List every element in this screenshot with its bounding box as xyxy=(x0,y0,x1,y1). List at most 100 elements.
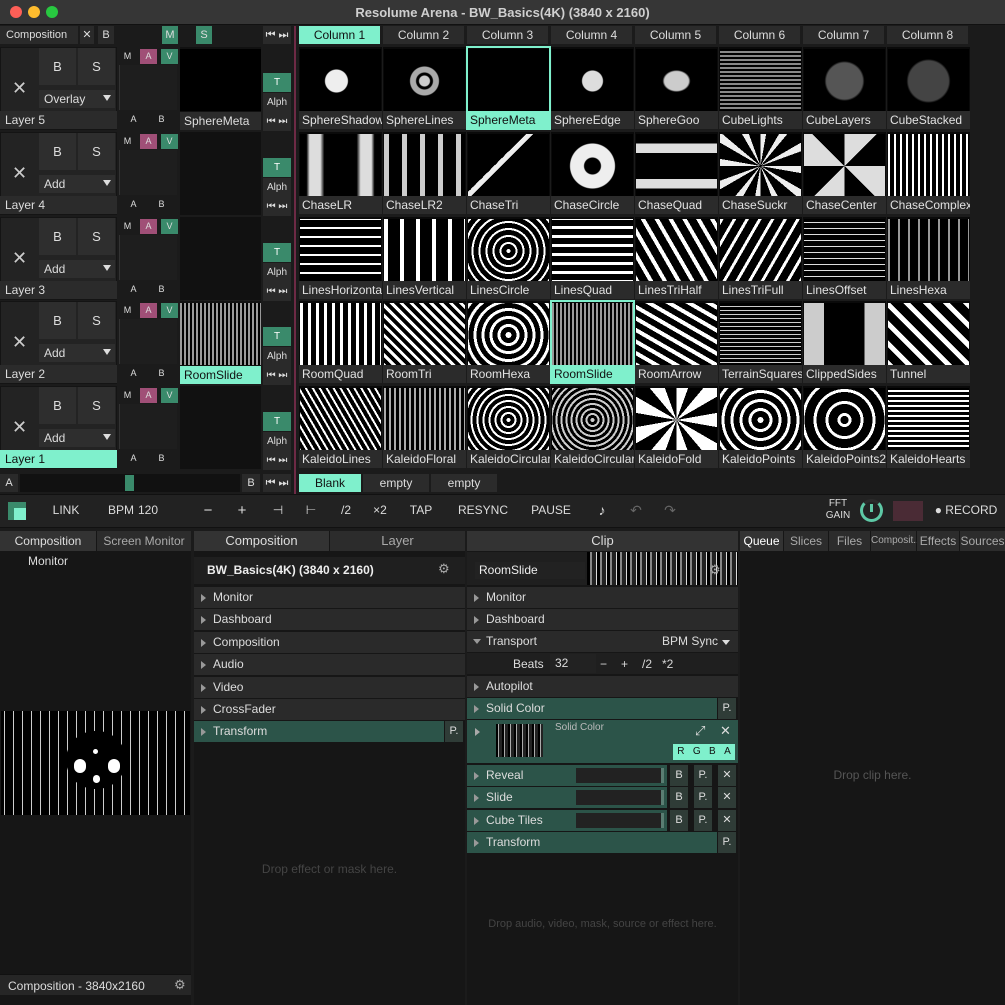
column-skip-buttons[interactable]: ⏮ ⏭ xyxy=(263,26,291,44)
bpm-half-button[interactable]: /2 xyxy=(334,494,358,527)
clip-thumbnail[interactable] xyxy=(720,134,801,198)
nudge-left-button[interactable]: ⊣ xyxy=(266,494,290,527)
resync-button[interactable]: RESYNC xyxy=(452,494,514,527)
redo-icon[interactable]: ↷ xyxy=(658,494,682,527)
clip-thumbnail[interactable] xyxy=(384,303,465,367)
clip-thumbnail[interactable] xyxy=(720,303,801,367)
composition-solo-button[interactable]: S xyxy=(196,26,212,44)
layer-audio-button[interactable]: A xyxy=(140,219,157,234)
layer-name[interactable]: Layer 4 xyxy=(0,196,117,214)
effect-bypass-button[interactable]: B xyxy=(670,809,688,831)
layer-opacity-area[interactable] xyxy=(119,319,177,364)
layer-crossfader-b[interactable]: B xyxy=(153,451,170,466)
beats-plus-button[interactable]: + xyxy=(621,657,628,671)
layer-mute-button[interactable]: M xyxy=(119,388,136,403)
record-button[interactable]: ● RECORD xyxy=(932,494,1000,527)
layer-alpha-button[interactable]: Alph xyxy=(263,263,291,282)
clip-thumbnail[interactable] xyxy=(300,219,381,283)
layer-video-button[interactable]: V xyxy=(161,219,178,234)
column-header-1[interactable]: Column 1 xyxy=(299,26,380,44)
layer-audio-button[interactable]: A xyxy=(140,388,157,403)
undo-icon[interactable]: ↶ xyxy=(624,494,648,527)
crossfader-track[interactable] xyxy=(20,474,240,492)
clip-slot[interactable]: LinesHorizontal xyxy=(299,217,382,299)
layer-solo-button[interactable]: S xyxy=(78,218,115,255)
layer-audio-button[interactable]: A xyxy=(140,303,157,318)
metronome-icon[interactable]: ♪ xyxy=(590,494,614,527)
tab-composition-monitor[interactable]: Composition Monitor xyxy=(0,531,96,568)
queue-drop-zone[interactable]: Drop clip here. xyxy=(740,768,1005,782)
clip-thumbnail[interactable] xyxy=(636,219,717,283)
column-header-5[interactable]: Column 5 xyxy=(635,26,716,44)
channel-a[interactable]: A xyxy=(724,744,731,760)
column-header-7[interactable]: Column 7 xyxy=(803,26,884,44)
layer-skip-buttons[interactable]: ⏮ ⏭ xyxy=(263,451,291,470)
clip-thumbnail[interactable] xyxy=(888,303,969,367)
clip-slot[interactable]: ChaseSuckr xyxy=(719,132,802,214)
clip-thumbnail[interactable] xyxy=(384,49,465,113)
gear-icon[interactable]: ⚙ xyxy=(709,562,721,578)
clip-thumbnail[interactable] xyxy=(636,303,717,367)
layer-crossfader-a[interactable]: A xyxy=(125,112,142,127)
layer-crossfader-a[interactable]: A xyxy=(125,282,142,297)
clip-thumbnail[interactable] xyxy=(384,388,465,452)
beats-value[interactable]: 32 xyxy=(550,654,596,673)
clip-section-transform[interactable]: Transform xyxy=(467,832,717,853)
layer-transition-button[interactable]: T xyxy=(263,158,291,177)
clip-slot[interactable]: SphereMeta xyxy=(466,46,551,130)
clip-thumbnail[interactable] xyxy=(468,134,549,198)
bpm-minus-button[interactable]: − xyxy=(196,494,220,527)
layer-crossfader-a[interactable]: A xyxy=(125,197,142,212)
layer-transition-button[interactable]: T xyxy=(263,327,291,346)
composition-section-composition[interactable]: Composition xyxy=(194,631,465,653)
clip-thumbnail[interactable] xyxy=(888,388,969,452)
layer-bypass-button[interactable]: B xyxy=(39,133,76,170)
channel-g[interactable]: G xyxy=(693,744,701,760)
layer-mute-button[interactable]: M xyxy=(119,134,136,149)
layer-opacity-area[interactable] xyxy=(119,404,177,449)
clip-slot[interactable]: SphereLines xyxy=(383,47,466,129)
layer-audio-button[interactable]: A xyxy=(140,134,157,149)
effect-bypass-button[interactable]: B xyxy=(670,787,688,809)
clip-slot[interactable]: ChaseLR xyxy=(299,132,382,214)
layer-video-button[interactable]: V xyxy=(161,303,178,318)
layer-video-button[interactable]: V xyxy=(161,388,178,403)
composition-section-crossfader[interactable]: CrossFader xyxy=(194,699,465,720)
clip-slot[interactable]: KaleidoFold xyxy=(635,386,718,468)
layer-crossfader-a[interactable]: A xyxy=(125,366,142,381)
layer-alpha-button[interactable]: Alph xyxy=(263,347,291,366)
clip-slot[interactable]: KaleidoPoints2 xyxy=(803,386,886,468)
tab-sources[interactable]: Sources xyxy=(960,531,1005,551)
clip-slot[interactable]: LinesTriHalf xyxy=(635,217,718,299)
clip-thumbnail[interactable] xyxy=(552,134,633,198)
layer-video-button[interactable]: V xyxy=(161,134,178,149)
composition-section-monitor[interactable]: Monitor xyxy=(194,587,465,608)
tap-button[interactable]: TAP xyxy=(404,494,438,527)
clip-section-solid-color[interactable]: Solid Color xyxy=(467,698,717,719)
effect-remove-button[interactable]: ✕ xyxy=(718,809,736,831)
layer-audio-button[interactable]: A xyxy=(140,49,157,64)
composition-section-transform[interactable]: Transform xyxy=(194,721,444,743)
clip-slot[interactable]: KaleidoCircular xyxy=(467,386,550,468)
tab-queue[interactable]: Queue xyxy=(740,531,783,551)
clip-thumbnail[interactable] xyxy=(804,134,885,198)
clip-thumbnail[interactable] xyxy=(468,303,549,367)
bpm-value[interactable]: 120 xyxy=(138,494,164,527)
tab-composit[interactable]: Composit... xyxy=(871,531,922,551)
bpm-sync-dropdown[interactable]: BPM Sync xyxy=(662,631,718,652)
rgba-channel-selector[interactable]: R G B A xyxy=(673,744,735,760)
layer-bypass-button[interactable]: B xyxy=(39,48,76,85)
tab-effects[interactable]: Effects xyxy=(917,531,959,551)
expand-icon[interactable]: ⤢ xyxy=(695,723,705,739)
clip-slot[interactable]: LinesTriFull xyxy=(719,217,802,299)
composition-section-video[interactable]: Video xyxy=(194,676,465,698)
deck-tab-1[interactable]: Blank xyxy=(299,474,361,492)
clip-slot[interactable]: ChaseQuad xyxy=(635,132,718,214)
column-header-3[interactable]: Column 3 xyxy=(467,26,548,44)
effect-preset-button[interactable]: P. xyxy=(694,765,712,786)
clip-thumbnail[interactable] xyxy=(804,303,885,367)
clip-thumbnail[interactable] xyxy=(804,49,885,113)
clip-thumbnail[interactable] xyxy=(804,388,885,452)
layer-alpha-button[interactable]: Alph xyxy=(263,432,291,451)
composition-transform-preset-button[interactable]: P. xyxy=(445,721,463,743)
